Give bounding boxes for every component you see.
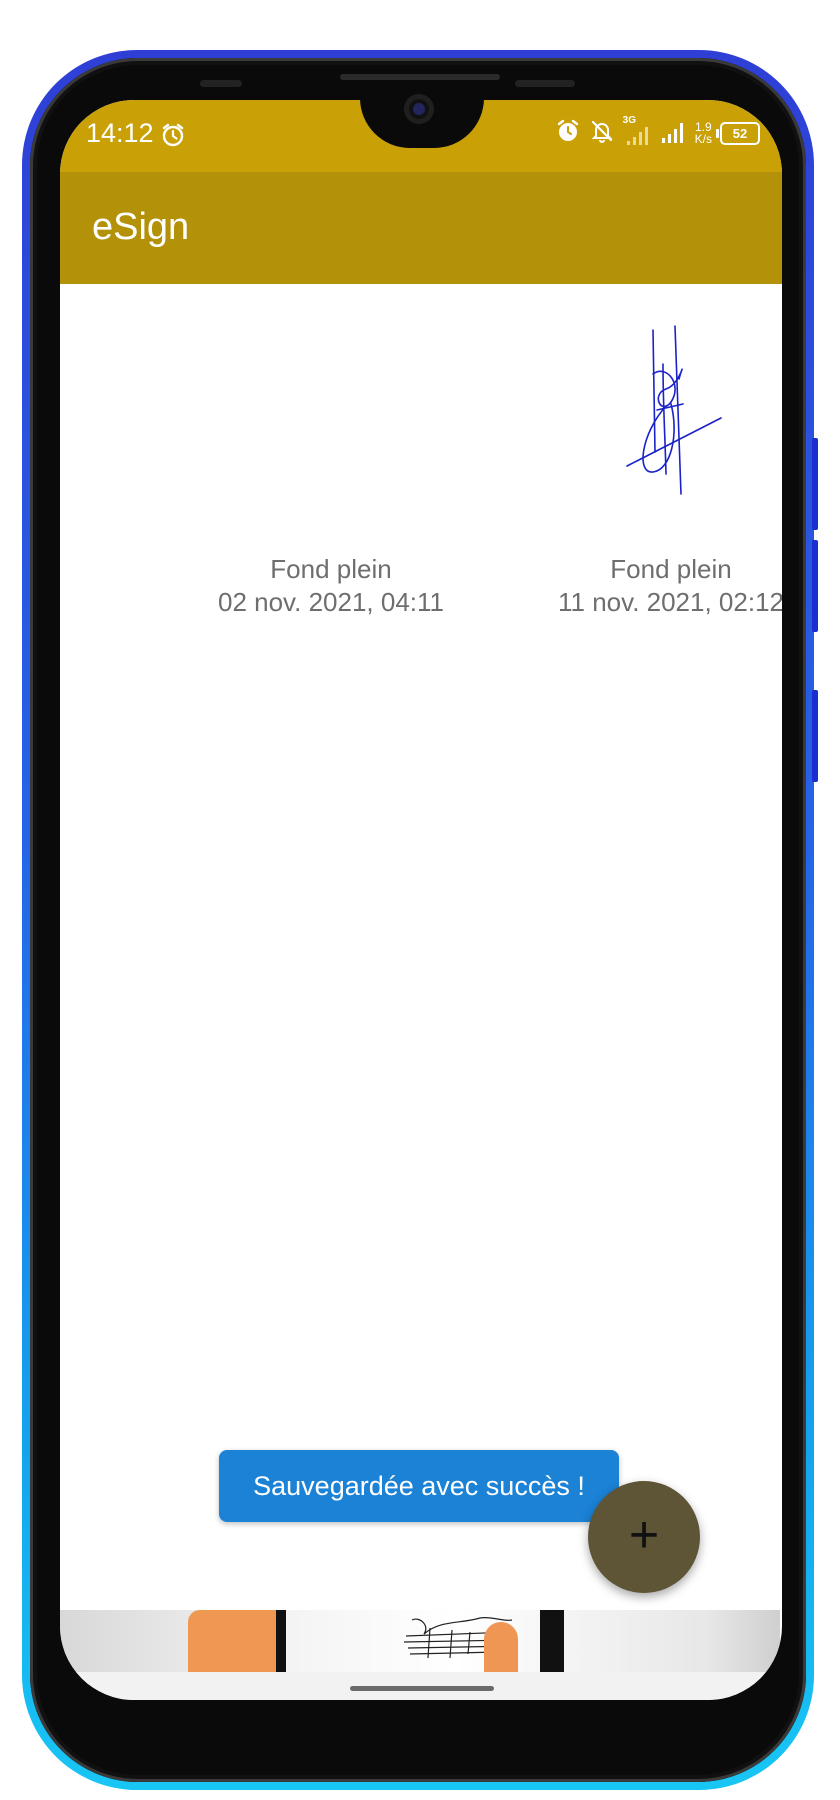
ad-banner[interactable] [60, 1610, 780, 1672]
status-icons: 3G 1.9 K/s 52 [555, 115, 760, 150]
power-button [812, 690, 818, 782]
success-toast: Sauvegardée avec succès ! [219, 1450, 619, 1522]
app-bar: eSign [60, 172, 782, 284]
signature-card[interactable]: Fond plein 11 nov. 2021, 02:12 [501, 284, 782, 617]
alarm-icon [555, 118, 581, 149]
network-speed: 1.9 K/s [695, 121, 712, 145]
signature-date: 02 nov. 2021, 04:11 [217, 587, 444, 617]
ad-image-edge [276, 1610, 286, 1672]
signal-icon [659, 117, 687, 150]
signature-drawing [626, 325, 722, 495]
network-speed-unit: K/s [694, 132, 712, 146]
plus-icon: + [628, 1506, 660, 1564]
signature-title: Fond plein [270, 554, 392, 584]
signature-thumbnail [231, 324, 431, 514]
earpiece [340, 74, 500, 80]
sensor [515, 80, 575, 87]
front-camera-icon [404, 94, 434, 124]
signature-card[interactable]: Fond plein 02 nov. 2021, 04:11 [161, 284, 501, 617]
battery-icon: 52 [716, 121, 760, 145]
ad-image-finger [484, 1622, 518, 1672]
signature-date: 11 nov. 2021, 02:12 [557, 587, 782, 617]
battery-level: 52 [732, 125, 748, 141]
signal-3g-icon: 3G [623, 115, 651, 147]
signature-title: Fond plein [610, 554, 732, 584]
volume-up-button [812, 438, 818, 530]
ad-image-bar [540, 1610, 564, 1672]
phone-screen: 14:12 3G 1.9 K/s 52 eSign Fond plein 02 … [60, 100, 782, 1700]
ad-image-hand [188, 1610, 286, 1672]
sensor [200, 80, 242, 87]
app-title: eSign [92, 206, 190, 248]
volume-down-button [812, 540, 818, 632]
alarm-icon [160, 122, 186, 153]
home-indicator[interactable] [350, 1686, 494, 1691]
signature-thumbnail [571, 324, 771, 514]
status-time: 14:12 [86, 118, 154, 148]
bell-muted-icon [589, 118, 615, 149]
add-signature-button[interactable]: + [588, 1481, 700, 1593]
